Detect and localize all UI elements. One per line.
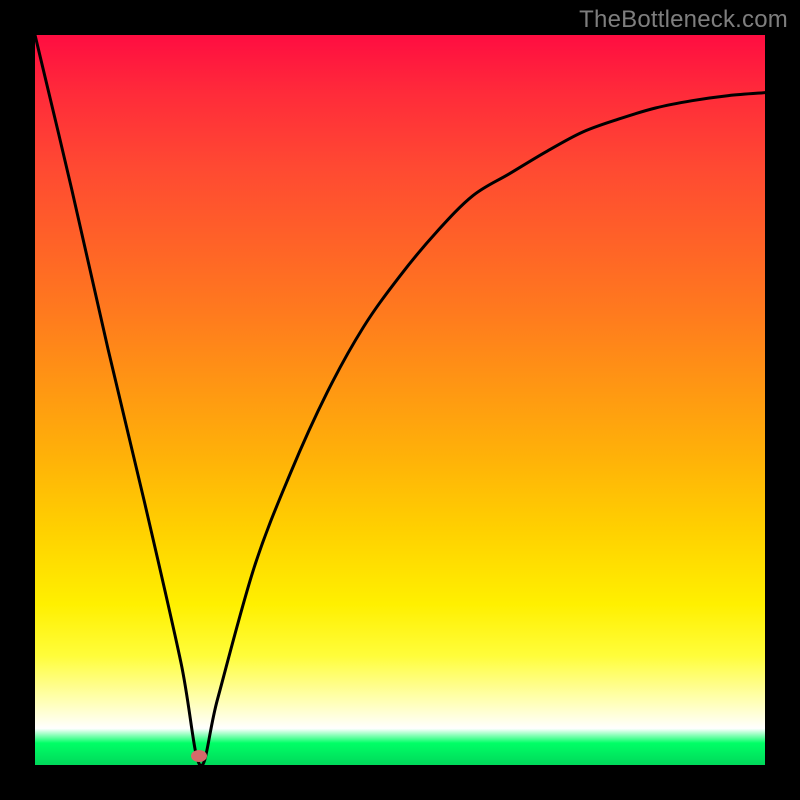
marker-dot <box>191 750 207 762</box>
plot-area <box>35 35 765 765</box>
watermark-text: TheBottleneck.com <box>579 6 788 34</box>
bottleneck-curve <box>35 35 765 765</box>
curve-svg <box>35 35 765 765</box>
chart-frame: TheBottleneck.com <box>0 0 800 800</box>
